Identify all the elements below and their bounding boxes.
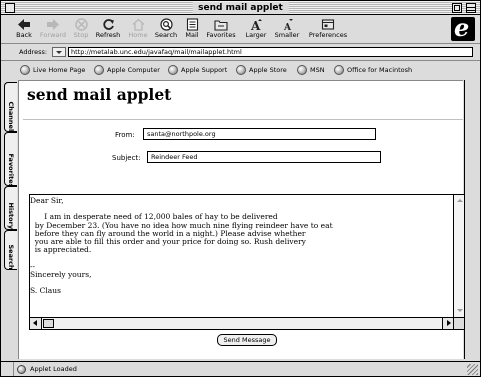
smaller-text-icon: A (283, 19, 293, 31)
page-title: send mail applet (27, 85, 172, 104)
forward-arrow-icon (47, 19, 59, 30)
internet-explorer-logo-icon: e (451, 13, 475, 42)
status-divider (1, 362, 14, 376)
mail-icon (186, 18, 198, 31)
horizontal-scroll-thumb[interactable] (43, 319, 54, 328)
preferences-icon (321, 19, 335, 30)
collapse-box-icon[interactable] (466, 3, 476, 13)
scroll-left-arrow-icon[interactable] (30, 318, 42, 329)
resize-grip-icon[interactable] (467, 364, 478, 375)
globe-icon (17, 365, 26, 374)
favorite-office-for-macintosh[interactable]: Office for Macintosh (334, 64, 412, 76)
globe-icon (94, 65, 104, 75)
globe-icon (334, 65, 344, 75)
favorites-icon (214, 20, 228, 31)
back-arrow-icon (18, 19, 30, 30)
page-content: send mail applet From: santa@northpole.o… (18, 80, 466, 359)
address-history-dropdown[interactable] (52, 47, 66, 57)
globe-icon (236, 65, 246, 75)
back-button[interactable]: Back (13, 18, 35, 43)
stop-icon (74, 18, 88, 31)
globe-icon (297, 65, 307, 75)
larger-text-icon: A (250, 19, 262, 31)
title-bar[interactable]: send mail applet (1, 1, 480, 15)
stop-button[interactable]: Stop (71, 18, 91, 43)
svg-text:A: A (283, 23, 292, 31)
tab-search[interactable]: Search (4, 230, 17, 270)
from-label: From: (115, 131, 135, 139)
message-textarea[interactable]: Dear Sir, I am in desperate need of 12,0… (30, 195, 454, 317)
close-box-icon[interactable] (5, 3, 15, 13)
address-input[interactable]: http://metalab.unc.edu/javafaq/mail/mail… (68, 47, 473, 57)
refresh-icon (102, 19, 114, 30)
favorite-msn[interactable]: MSN (297, 64, 325, 76)
subject-field[interactable]: Reindeer Feed (147, 151, 381, 163)
home-icon (132, 18, 144, 31)
favorite-live-home-page[interactable]: Live Home Page (20, 64, 85, 76)
zoom-box-icon[interactable] (452, 3, 462, 13)
favorite-apple-store[interactable]: Apple Store (236, 64, 287, 76)
tab-favorites[interactable]: Favorites (4, 132, 17, 187)
home-button[interactable]: Home (127, 18, 149, 43)
address-label: Address: (19, 48, 48, 56)
globe-icon (168, 65, 178, 75)
search-icon (159, 18, 173, 31)
from-field[interactable]: santa@northpole.org (143, 128, 376, 140)
favorites-button[interactable]: Favorites (204, 18, 238, 43)
larger-button[interactable]: A Larger (243, 18, 269, 43)
subject-label: Subject: (112, 154, 141, 162)
refresh-button[interactable]: Refresh (94, 18, 122, 43)
message-applet: Dear Sir, I am in desperate need of 12,0… (29, 194, 466, 330)
page-divider (23, 119, 463, 120)
toolbar: Back Forward Stop Refresh Home Search Ma… (1, 13, 480, 43)
address-bar: Address: http://metalab.unc.edu/javafaq/… (1, 44, 480, 60)
favorites-bar: Live Home Page Apple Computer Apple Supp… (1, 61, 480, 79)
forward-button[interactable]: Forward (38, 18, 68, 43)
tab-history[interactable]: History (4, 186, 17, 230)
smaller-button[interactable]: A Smaller (273, 18, 301, 43)
preferences-button[interactable]: Preferences (306, 18, 350, 43)
message-horizontal-scrollbar[interactable] (30, 317, 454, 329)
explorer-bar-tabs: Channels Favorites History Search (1, 80, 18, 359)
search-button[interactable]: Search (153, 18, 179, 43)
page-vertical-scrollbar[interactable] (464, 80, 480, 359)
mail-button[interactable]: Mail (183, 18, 201, 43)
tab-channels[interactable]: Channels (4, 82, 17, 135)
favorite-apple-support[interactable]: Apple Support (168, 64, 227, 76)
globe-icon (20, 65, 30, 75)
browser-window: send mail applet Back Forward Stop Refre… (0, 0, 481, 377)
send-message-button[interactable]: Send Message (217, 334, 277, 346)
window-title: send mail applet (192, 2, 289, 14)
status-bar: Applet Loaded (1, 361, 480, 376)
status-text: Applet Loaded (30, 365, 77, 373)
favorite-apple-computer[interactable]: Apple Computer (94, 64, 160, 76)
